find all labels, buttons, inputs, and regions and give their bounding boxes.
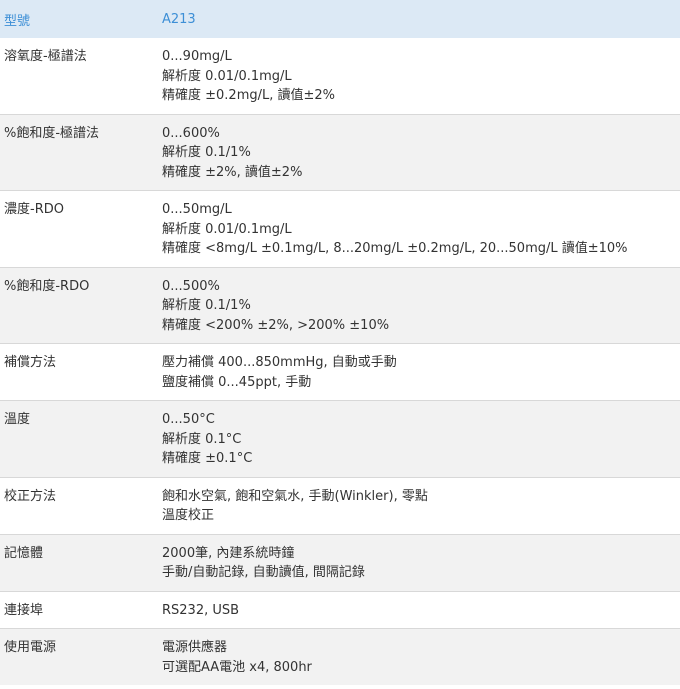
spec-table: 型號 A213 溶氧度-極譜法 0...90mg/L 解析度 0.01/0.1m…	[0, 0, 680, 685]
spec-line: 精確度 ±0.2mg/L, 讀值±2%	[162, 88, 336, 103]
spec-value: 0...600% 解析度 0.1/1% 精確度 ±2%, 讀值±2%	[158, 113, 680, 191]
spec-label: %飽和度-極譜法	[0, 113, 158, 191]
spec-line: 2000筆, 內建系統時鐘	[162, 545, 295, 561]
spec-label: 溫度	[0, 400, 158, 477]
table-row: 使用電源 電源供應器 可選配AA電池 x4, 800hr	[0, 628, 680, 685]
spec-line: RS232, USB	[162, 602, 240, 618]
spec-value: 0...500% 解析度 0.1/1% 精確度 <200% ±2%, >200%…	[158, 266, 680, 344]
table-header-row: 型號 A213	[0, 0, 680, 38]
model-header-label: 型號	[0, 0, 158, 38]
spec-value: 2000筆, 內建系統時鐘 手動/自動記錄, 自動讀值, 間隔記錄	[158, 533, 680, 591]
spec-label: 記憶體	[0, 533, 158, 591]
spec-line: 精確度 <8mg/L ±0.1mg/L, 8...20mg/L ±0.2mg/L…	[162, 241, 628, 256]
spec-line: 精確度 <200% ±2%, >200% ±10%	[162, 317, 390, 333]
spec-label: 溶氧度-極譜法	[4, 49, 87, 64]
spec-label: 連接埠	[0, 590, 158, 629]
table-row: %飽和度-RDO 0...500% 解析度 0.1/1% 精確度 <200% ±…	[0, 266, 680, 344]
spec-line: 0...50mg/L	[162, 202, 232, 217]
spec-label: 校正方法	[0, 476, 158, 534]
table-row: 濃度-RDO 0...50mg/L 解析度 0.01/0.1mg/L 精確度 <…	[0, 190, 680, 267]
spec-line: 精確度 ±0.1°C	[162, 451, 253, 466]
spec-line: 0...600%	[162, 125, 220, 141]
table-row: 連接埠 RS232, USB	[0, 590, 680, 629]
table-row: 補償方法 壓力補償 400...850mmHg, 自動或手動 鹽度補償 0...…	[0, 343, 680, 401]
spec-value: 0...90mg/L 解析度 0.01/0.1mg/L 精確度 ±0.2mg/L…	[158, 38, 680, 114]
spec-line: 0...50°C	[162, 412, 215, 427]
spec-label: 補償方法	[0, 343, 158, 401]
model-header-value: A213	[158, 0, 680, 38]
spec-line: 解析度 0.1°C	[162, 431, 242, 447]
table-row: 記憶體 2000筆, 內建系統時鐘 手動/自動記錄, 自動讀值, 間隔記錄	[0, 533, 680, 591]
spec-line: 0...90mg/L	[162, 49, 232, 64]
spec-value: RS232, USB	[158, 590, 680, 629]
table-row: 校正方法 飽和水空氣, 飽和空氣水, 手動(Winkler), 零點 溫度校正	[0, 476, 680, 534]
spec-line: 精確度 ±2%, 讀值±2%	[162, 164, 303, 180]
spec-value: 電源供應器 可選配AA電池 x4, 800hr	[158, 628, 680, 685]
spec-line: 解析度 0.1/1%	[162, 145, 251, 160]
spec-value: 0...50°C 解析度 0.1°C 精確度 ±0.1°C	[158, 400, 680, 477]
spec-label: 濃度-RDO	[0, 190, 158, 267]
spec-line: 解析度 0.01/0.1mg/L	[162, 68, 292, 84]
spec-line: 手動/自動記錄, 自動讀值, 間隔記錄	[162, 565, 365, 580]
spec-line: 0...500%	[162, 278, 220, 294]
table-row: 溫度 0...50°C 解析度 0.1°C 精確度 ±0.1°C	[0, 400, 680, 477]
spec-label: 使用電源	[0, 628, 158, 685]
table-row: %飽和度-極譜法 0...600% 解析度 0.1/1% 精確度 ±2%, 讀值…	[0, 113, 680, 191]
spec-line: 可選配AA電池 x4, 800hr	[162, 659, 312, 675]
spec-value: 0...50mg/L 解析度 0.01/0.1mg/L 精確度 <8mg/L ±…	[158, 190, 680, 267]
spec-line: 溫度校正	[162, 508, 215, 523]
spec-line: 電源供應器	[162, 640, 228, 655]
spec-line: 飽和水空氣, 飽和空氣水, 手動(Winkler), 零點	[162, 488, 428, 504]
spec-line: 壓力補償 400...850mmHg, 自動或手動	[162, 355, 397, 370]
spec-line: 鹽度補償 0...45ppt, 手動	[162, 374, 312, 390]
spec-value: 壓力補償 400...850mmHg, 自動或手動 鹽度補償 0...45ppt…	[158, 343, 680, 401]
table-row: 溶氧度-極譜法 0...90mg/L 解析度 0.01/0.1mg/L 精確度 …	[0, 38, 680, 114]
spec-value: 飽和水空氣, 飽和空氣水, 手動(Winkler), 零點 溫度校正	[158, 476, 680, 534]
spec-label: %飽和度-RDO	[0, 266, 158, 344]
spec-line: 解析度 0.1/1%	[162, 298, 251, 313]
spec-line: 解析度 0.01/0.1mg/L	[162, 221, 292, 237]
